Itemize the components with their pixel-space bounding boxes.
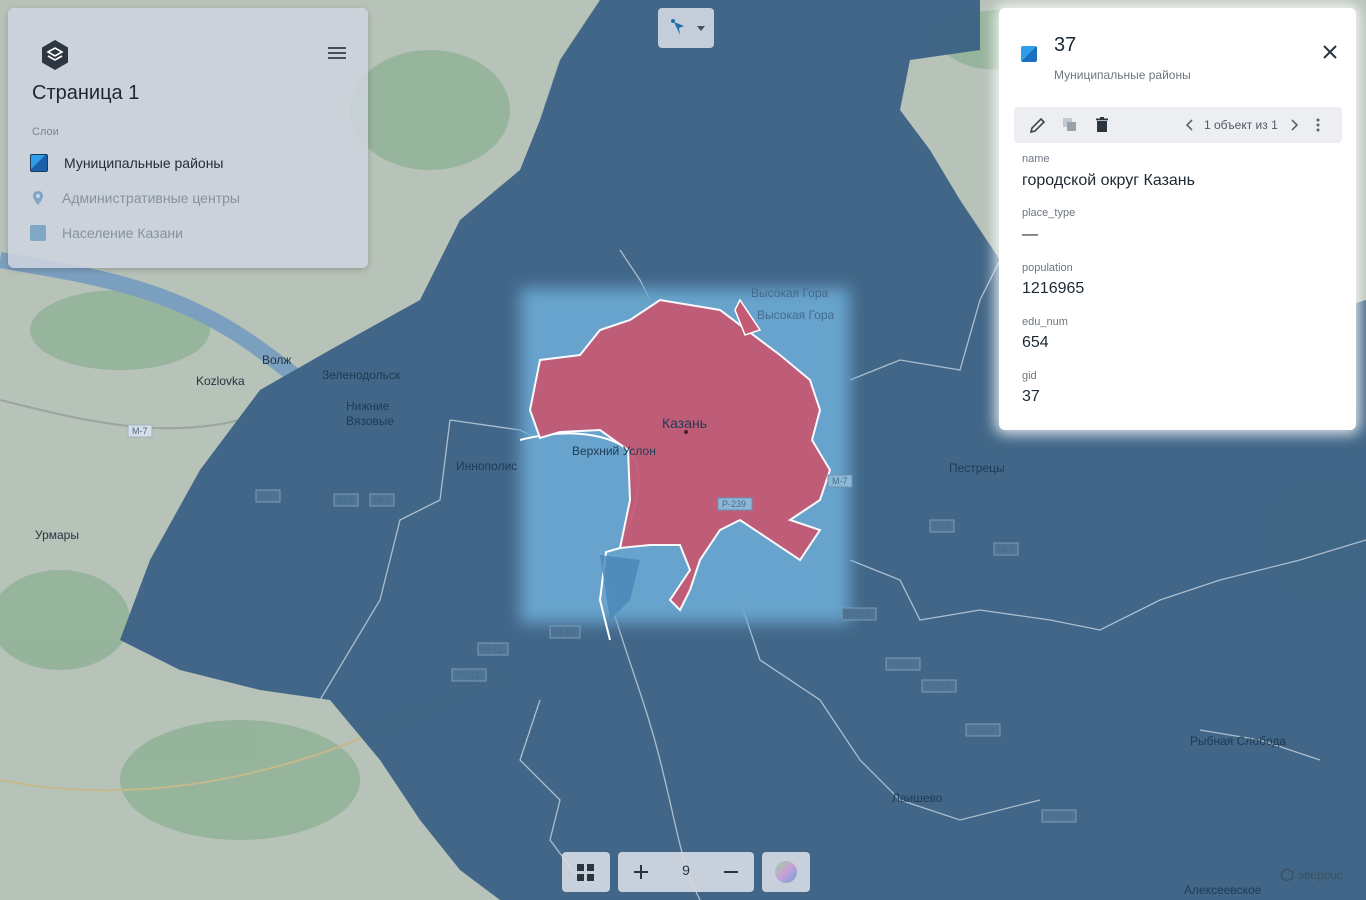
label-pestretsy: Пестрецы: [949, 461, 1005, 475]
select-tool-dropdown[interactable]: [658, 8, 714, 48]
label-vyazovye: Вязовые: [346, 414, 394, 428]
road-tag: M-12: [482, 644, 503, 654]
feature-info-panel: 37 Муниципальные районы 1 объект из 1 na…: [999, 8, 1356, 430]
layer-item-admin-centers[interactable]: Административные центры: [30, 187, 350, 209]
attribution-text: эверpuc: [1298, 868, 1344, 882]
map-pin-icon: [30, 190, 46, 206]
attribute-value: 1216965: [1022, 280, 1085, 297]
pager-text: 1 объект из 1: [1204, 118, 1278, 132]
road-tag: M-2: [338, 495, 354, 505]
road-tag: P-239: [970, 725, 994, 735]
road-tag: M-7: [374, 495, 390, 505]
layer-item-municipal-districts[interactable]: Муниципальные районы: [30, 152, 350, 174]
attribute-value: городской округ Казань: [1022, 172, 1195, 189]
layers-panel: Страница 1 Слои Муниципальные районы Адм…: [8, 8, 368, 268]
road-tag: M-7: [934, 521, 950, 531]
layer-swatch-icon: [1021, 46, 1037, 62]
select-pointer-icon: [671, 19, 684, 35]
label-innopolis: Иннополис: [456, 459, 517, 473]
attribute-key: place_type: [1022, 207, 1076, 219]
layer-label: Население Казани: [62, 225, 183, 241]
road-tag: M-7: [832, 476, 848, 486]
label-kozlovka: Kozlovka: [196, 374, 245, 388]
road-tag: M-7: [132, 426, 148, 436]
app-logo-icon: [38, 38, 72, 72]
chevron-right-icon[interactable]: [1284, 115, 1304, 135]
road-tag: M-7: [998, 544, 1014, 554]
attribution-logo-icon: [1280, 868, 1294, 882]
feature-toolbar: 1 объект из 1: [1014, 107, 1342, 143]
zoom-out-button[interactable]: [710, 852, 754, 892]
label-rybnaya-sloboda: Рыбная Слобода: [1190, 734, 1286, 748]
menu-icon[interactable]: [328, 44, 346, 60]
copy-icon[interactable]: [1060, 115, 1080, 135]
layer-swatch-icon: [30, 154, 48, 172]
layer-label: Административные центры: [62, 190, 240, 206]
feature-layer-name: Муниципальные районы: [1054, 68, 1191, 82]
attribution: эверpuc: [1280, 868, 1343, 882]
attribute-value: 654: [1022, 334, 1049, 351]
delete-icon[interactable]: [1092, 115, 1112, 135]
road-tag: P-238: [846, 609, 870, 619]
attribute-value: 37: [1022, 388, 1040, 405]
layer-label: Муниципальные районы: [64, 155, 224, 171]
grid-icon: [577, 864, 594, 881]
label-volzhsk: Волж: [262, 353, 291, 367]
feature-id: 37: [1054, 34, 1077, 56]
road-tag: P-239: [926, 681, 950, 691]
close-icon[interactable]: [1320, 42, 1340, 62]
label-alekseevskoe: Алексеевское: [1184, 883, 1262, 897]
road-tag: M-7: [260, 491, 276, 501]
label-verkhny-uslon: Верхний Услон: [572, 444, 656, 458]
attribute-key: edu_num: [1022, 316, 1068, 328]
zoom-control: 9: [618, 852, 754, 892]
layer-swatch-icon: [30, 225, 46, 241]
attribute-value: —: [1022, 226, 1038, 243]
more-vertical-icon[interactable]: [1308, 115, 1328, 135]
road-tag: M-12: [554, 627, 575, 637]
label-zelenodolsk: Зеленодольск: [322, 368, 401, 382]
label-nizhnie: Нижние: [346, 399, 390, 413]
label-kazan: Казань: [662, 415, 707, 431]
chevron-left-icon[interactable]: [1180, 115, 1200, 135]
page-title: Страница 1: [32, 82, 140, 104]
layer-item-kazan-population[interactable]: Население Казани: [30, 222, 350, 244]
edit-icon[interactable]: [1028, 115, 1048, 135]
attribute-key: population: [1022, 262, 1073, 274]
road-tag: P-239: [890, 659, 914, 669]
basemap-button[interactable]: [762, 852, 810, 892]
road-tag: P-241: [456, 670, 480, 680]
attribute-key: gid: [1022, 370, 1037, 382]
basemap-icon: [775, 861, 797, 883]
chevron-down-icon: [697, 26, 705, 31]
label-urmary: Урмары: [35, 528, 79, 542]
layers-heading: Слои: [32, 126, 59, 138]
road-tag: P-239: [722, 499, 746, 509]
label-vysokaya-gora-2: Высокая Гора: [757, 308, 835, 322]
grid-view-button[interactable]: [562, 852, 610, 892]
label-vysokaya-gora: Высокая Гора: [751, 286, 829, 300]
road-tag: P-239: [1046, 811, 1070, 821]
label-laishevo: Лаишево: [892, 791, 943, 805]
minus-icon: [724, 871, 738, 873]
attribute-key: name: [1022, 153, 1050, 165]
